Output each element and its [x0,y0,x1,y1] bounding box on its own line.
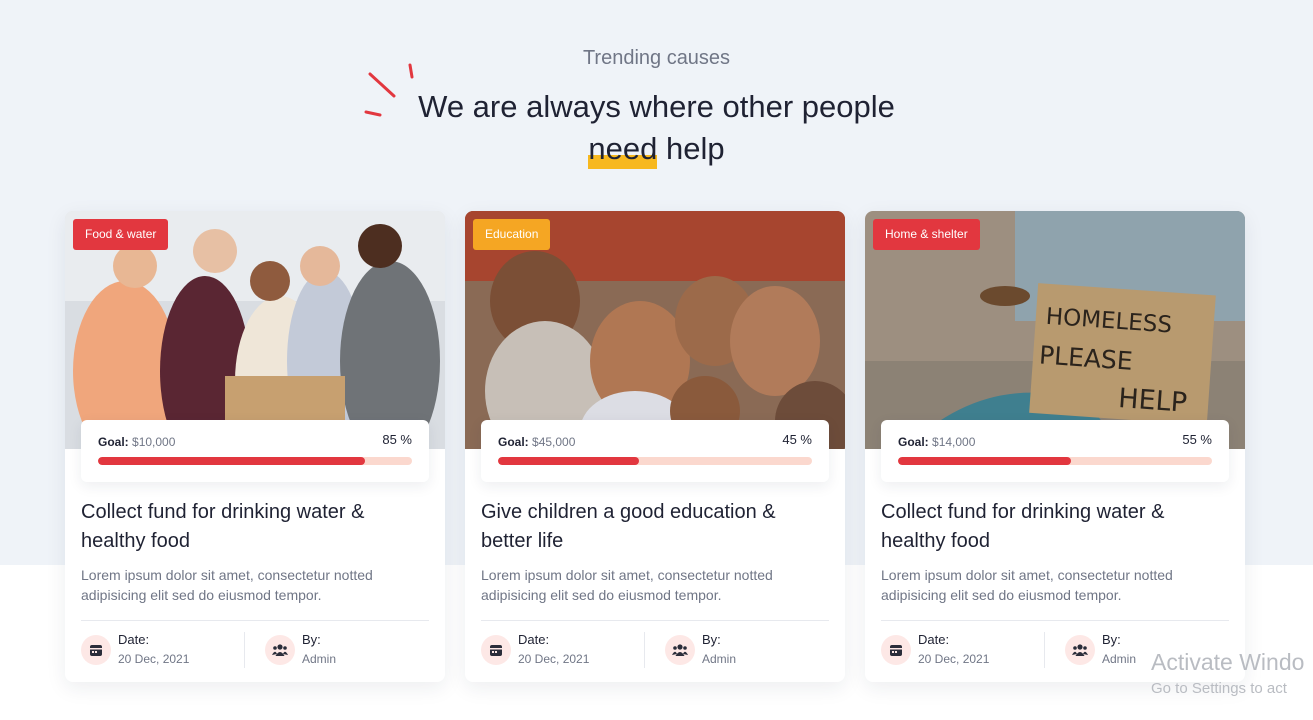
cause-title[interactable]: Collect fund for drinking water & health… [881,498,1229,556]
section-title-line2: need help [0,128,1313,170]
calendar-icon [481,635,511,665]
goal-box: Goal: $10,000 85 % [81,420,429,482]
goal-label: Goal: $45,000 [498,435,576,449]
category-badge[interactable]: Home & shelter [873,219,980,250]
calendar-icon [881,635,911,665]
calendar-icon [81,635,111,665]
cause-title[interactable]: Collect fund for drinking water & health… [81,498,429,556]
watermark-line2: Go to Settings to act [1151,680,1287,697]
date-value: 20 Dec, 2021 [518,652,590,666]
section-title-line1: We are always where other people [418,89,895,124]
progress-fill [498,457,640,465]
divider [881,620,1229,621]
by-value[interactable]: Admin [302,652,336,666]
goal-label: Goal: $14,000 [898,435,976,449]
section-title: We are always where other people need he… [0,86,1313,170]
progress-fill [98,457,365,465]
date-label: Date: [918,632,950,647]
meta-separator [1044,632,1045,668]
date-value: 20 Dec, 2021 [918,652,990,666]
goal-amount: $10,000 [132,435,176,449]
date-label: Date: [118,632,150,647]
progress-bar [98,457,412,465]
date-value: 20 Dec, 2021 [118,652,190,666]
category-badge[interactable]: Food & water [73,219,169,250]
by-label: By: [1102,632,1121,647]
by-value[interactable]: Admin [702,652,736,666]
cause-card[interactable]: Food & water Goal: $10,000 85 % Collect … [65,211,445,682]
goal-amount: $45,000 [532,435,576,449]
cause-description: Lorem ipsum dolor sit amet, consectetur … [881,567,1173,603]
date-label: Date: [518,632,550,647]
users-icon [1065,635,1095,665]
goal-percent: 45 % [782,432,812,447]
progress-bar [898,457,1212,465]
divider [81,620,429,621]
section-subtitle: Trending causes [582,47,731,69]
sign-text-3: HELP [1117,383,1188,419]
goal-percent: 85 % [382,432,412,447]
category-badge[interactable]: Education [473,219,551,250]
goal-box: Goal: $45,000 45 % [481,420,829,482]
watermark-line1: Activate Windo [1151,649,1305,675]
goal-percent: 55 % [1182,432,1212,447]
cause-card[interactable]: HOMELESS PLEASE HELP Home & shelter Goal… [865,211,1245,682]
meta-separator [244,632,245,668]
by-label: By: [302,632,321,647]
by-label: By: [702,632,721,647]
cause-card[interactable]: Education Goal: $45,000 45 % Give childr… [465,211,845,682]
divider [481,620,829,621]
meta-separator [644,632,645,668]
users-icon [665,635,695,665]
title-rest: help [665,131,725,166]
title-highlight: need [588,128,657,170]
users-icon [265,635,295,665]
cause-title[interactable]: Give children a good education & better … [481,498,829,556]
progress-fill [898,457,1071,465]
windows-activation-watermark: Activate Windo Go to Settings to act [1151,649,1304,697]
goal-box: Goal: $14,000 55 % [881,420,1229,482]
goal-label: Goal: $10,000 [98,435,176,449]
cause-description: Lorem ipsum dolor sit amet, consectetur … [481,567,773,603]
goal-amount: $14,000 [932,435,976,449]
by-value[interactable]: Admin [1102,652,1136,666]
progress-bar [498,457,812,465]
cause-description: Lorem ipsum dolor sit amet, consectetur … [81,567,373,603]
